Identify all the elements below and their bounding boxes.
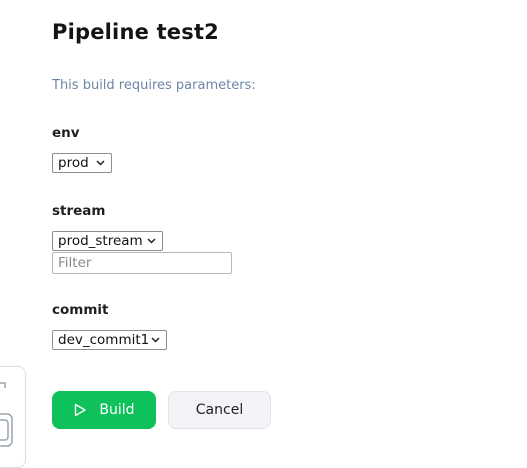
commit-select[interactable]: dev_commit1 [52,330,167,350]
stream-select-value: prod_stream [58,233,143,249]
cancel-button-label: Cancel [195,402,244,418]
env-select[interactable]: prod [52,153,112,173]
dialog-subtitle: This build requires parameters: [52,78,256,93]
param-label-commit: commit [52,302,109,318]
env-select-value: prod [58,155,89,171]
param-label-stream: stream [52,203,106,219]
chevron-down-icon [150,335,160,345]
build-button-label: Build [99,402,135,418]
build-button[interactable]: Build [52,391,156,429]
param-label-env: env [52,125,80,141]
commit-select-value: dev_commit1 [58,332,150,348]
chevron-down-icon [95,158,105,168]
stream-select[interactable]: prod_stream [52,231,163,251]
cancel-button[interactable]: Cancel [168,391,271,429]
stream-filter-input[interactable] [52,252,232,274]
chevron-down-icon [146,236,156,246]
play-icon [73,403,87,417]
build-parameters-dialog: Pipeline test2 This build requires param… [0,0,527,459]
dialog-title: Pipeline test2 [52,20,219,44]
